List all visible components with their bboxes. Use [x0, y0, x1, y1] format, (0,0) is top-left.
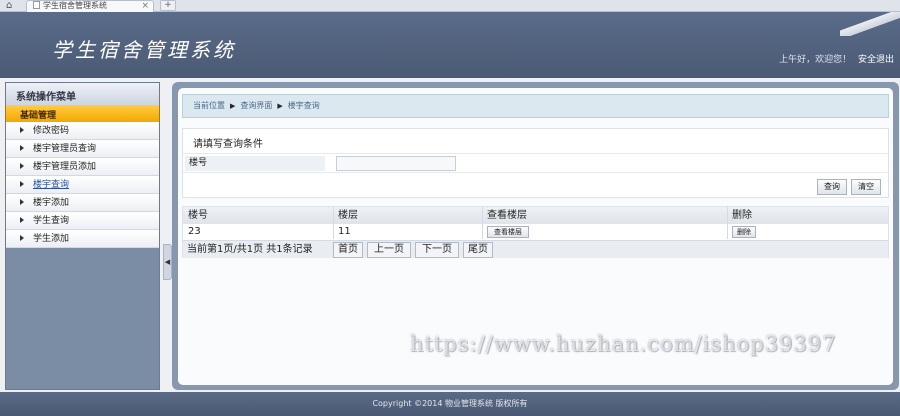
column-header: 查看楼层 [483, 207, 727, 224]
sidebar-item-label: 楼宇管理员查询 [33, 144, 97, 154]
sidebar-item-label: 学生添加 [33, 234, 70, 244]
view-floor-button[interactable]: 查看楼层 [487, 226, 529, 238]
column-divider [727, 207, 728, 239]
prev-page-button[interactable]: 上一页 [367, 242, 411, 258]
results-table: 楼号 楼层 查看楼层 删除 23 11 查看楼层 删除 当前第1页/共1页 共1… [182, 206, 889, 258]
sidebar-collapse-toggle[interactable]: ◀ [163, 244, 172, 280]
arrow-right-icon [20, 199, 24, 205]
browser-tab-strip: ⌂ 学生宿舍管理系统 × + [0, 0, 900, 12]
tab-title: 学生宿舍管理系统 [43, 1, 107, 10]
building-number-input[interactable] [336, 156, 456, 171]
next-page-button[interactable]: 下一页 [415, 242, 459, 258]
arrow-right-icon [20, 163, 24, 169]
last-page-button[interactable]: 尾页 [463, 242, 493, 258]
column-divider [333, 207, 334, 239]
sidebar-item-building-add[interactable]: 楼宇添加 [6, 194, 159, 212]
page-icon [33, 1, 40, 9]
sidebar-item-label: 学生查询 [33, 216, 70, 226]
column-header: 楼号 [183, 207, 333, 224]
arrow-right-icon [20, 181, 24, 187]
new-tab-button[interactable]: + [160, 0, 176, 11]
column-divider [482, 207, 483, 239]
greeting-text: 上午好，欢迎您！ [779, 55, 852, 65]
search-row: 楼号 [183, 153, 888, 173]
delete-button[interactable]: 删除 [732, 226, 756, 238]
app-title: 学生宿舍管理系统 [52, 38, 236, 62]
sidebar: 系统操作菜单 基础管理 修改密码 楼宇管理员查询 楼宇管理员添加 楼宇查询 楼宇… [5, 82, 160, 390]
arrow-right-icon [20, 145, 24, 151]
chevron-right-icon: ▶ [230, 102, 236, 110]
chevron-right-icon: ▶ [277, 102, 283, 110]
logout-link[interactable]: 安全退出 [858, 55, 894, 65]
menu-list: 修改密码 楼宇管理员查询 楼宇管理员添加 楼宇查询 楼宇添加 学生查询 学生添加 [6, 122, 159, 248]
sidebar-item-label: 楼宇管理员添加 [33, 162, 97, 172]
cell-building-number: 23 [188, 226, 201, 237]
browser-tab[interactable]: 学生宿舍管理系统 × [26, 0, 154, 12]
building-number-label: 楼号 [185, 156, 325, 171]
column-header: 楼层 [334, 207, 482, 224]
clear-button[interactable]: 清空 [851, 179, 881, 195]
sidebar-item-label: 修改密码 [33, 126, 70, 136]
sidebar-heading: 系统操作菜单 [6, 83, 159, 105]
sidebar-item-change-password[interactable]: 修改密码 [6, 122, 159, 140]
breadcrumb-item: 楼宇查询 [287, 101, 320, 110]
search-form: 请填写查询条件 楼号 查询 清空 [182, 128, 889, 198]
column-header: 删除 [728, 207, 888, 224]
header-decoration [840, 12, 900, 36]
sidebar-item-building-query[interactable]: 楼宇查询 [6, 176, 159, 194]
pagination-status: 当前第1页/共1页 共1条记录 [187, 244, 313, 255]
footer: Copyright ©2014 物业管理系统 版权所有 [0, 392, 900, 416]
app-header: 学生宿舍管理系统 上午好，欢迎您！ 安全退出 [0, 12, 900, 78]
sidebar-item-student-query[interactable]: 学生查询 [6, 212, 159, 230]
cell-floor: 11 [338, 226, 351, 237]
watermark: https://www.huzhan.com/ishop39397 [410, 332, 837, 356]
sidebar-item-admin-query[interactable]: 楼宇管理员查询 [6, 140, 159, 158]
query-button[interactable]: 查询 [817, 179, 847, 195]
breadcrumb-item[interactable]: 当前位置 [193, 101, 225, 110]
sidebar-item-label: 楼宇添加 [33, 198, 70, 208]
arrow-right-icon [20, 235, 24, 241]
pagination: 当前第1页/共1页 共1条记录 首页 上一页 下一页 尾页 [183, 240, 888, 258]
home-icon[interactable]: ⌂ [6, 0, 20, 11]
sidebar-item-label: 楼宇查询 [33, 180, 70, 190]
search-form-title: 请填写查询条件 [193, 139, 263, 150]
first-page-button[interactable]: 首页 [333, 242, 363, 258]
arrow-right-icon [20, 217, 24, 223]
sidebar-item-student-add[interactable]: 学生添加 [6, 230, 159, 248]
arrow-right-icon [20, 127, 24, 133]
user-greeting: 上午好，欢迎您！ 安全退出 [779, 52, 894, 65]
breadcrumb: 当前位置 ▶ 查询界面 ▶ 楼宇查询 [182, 94, 889, 118]
breadcrumb-item[interactable]: 查询界面 [240, 101, 272, 110]
close-icon[interactable]: × [141, 1, 149, 11]
sidebar-item-admin-add[interactable]: 楼宇管理员添加 [6, 158, 159, 176]
menu-group-basic[interactable]: 基础管理 [6, 105, 159, 122]
